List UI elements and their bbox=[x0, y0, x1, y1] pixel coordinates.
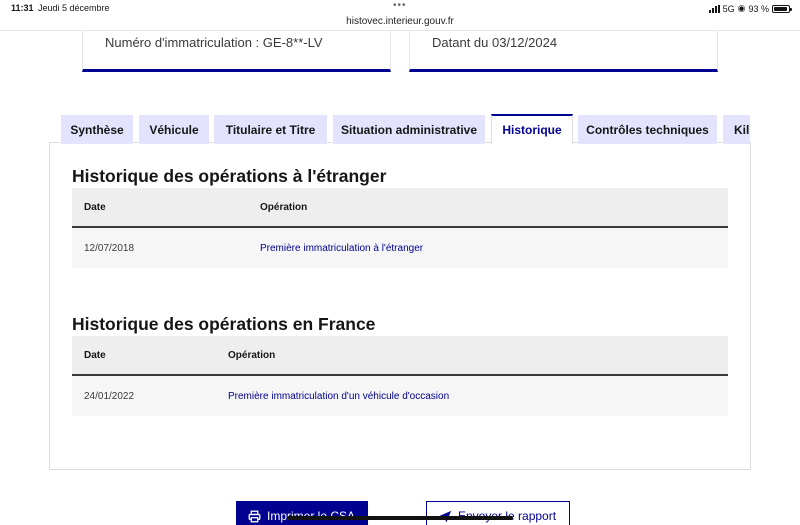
row-operation: Première immatriculation à l'étranger bbox=[260, 242, 424, 254]
tab-synthese[interactable]: Synthèse bbox=[61, 115, 133, 144]
more-dots-icon[interactable]: ••• bbox=[393, 0, 407, 11]
print-csa-button[interactable]: Imprimer le CSA bbox=[236, 501, 368, 525]
column-header-operation: Opération bbox=[228, 349, 276, 361]
foreign-history-title: Historique des opérations à l'étranger bbox=[72, 166, 387, 186]
home-indicator[interactable] bbox=[287, 516, 513, 520]
battery-icon bbox=[772, 4, 792, 13]
date-card: Datant du 03/12/2024 bbox=[409, 31, 718, 72]
network-label: 5G bbox=[722, 3, 735, 14]
foreign-history-table: Date Opération 12/07/2018 Première immat… bbox=[72, 188, 728, 268]
tab-controles-techniques[interactable]: Contrôles techniques bbox=[578, 115, 717, 144]
status-indicators: 5G ◉ 93 % bbox=[708, 3, 792, 14]
row-date: 12/07/2018 bbox=[84, 242, 135, 254]
status-bar: 11:31 Jeudi 5 décembre ••• histovec.inte… bbox=[0, 0, 800, 30]
tab-vehicule[interactable]: Véhicule bbox=[139, 115, 209, 144]
battery-label: 93 % bbox=[748, 3, 769, 14]
registration-number: Numéro d'immatriculation : GE-8**-LV bbox=[105, 35, 323, 50]
column-header-operation: Opération bbox=[260, 201, 308, 213]
tab-kilometrage[interactable]: Kil bbox=[723, 115, 750, 144]
report-date: Datant du 03/12/2024 bbox=[432, 35, 558, 50]
status-time: 11:31 bbox=[11, 3, 34, 13]
printer-icon bbox=[248, 510, 261, 522]
signal-icon bbox=[708, 4, 720, 13]
row-operation: Première immatriculation d'un véhicule d… bbox=[228, 390, 450, 402]
tab-situation-administrative[interactable]: Situation administrative bbox=[333, 115, 485, 144]
france-history-title: Historique des opérations en France bbox=[72, 314, 376, 334]
status-date: Jeudi 5 décembre bbox=[38, 3, 110, 13]
location-icon: ◉ bbox=[737, 3, 746, 13]
row-date: 24/01/2022 bbox=[84, 390, 135, 402]
table-row: 12/07/2018 Première immatriculation à l'… bbox=[72, 228, 728, 268]
tab-titulaire[interactable]: Titulaire et Titre bbox=[214, 115, 327, 144]
table-row: 24/01/2022 Première immatriculation d'un… bbox=[72, 376, 728, 416]
france-history-table: Date Opération 24/01/2022 Première immat… bbox=[72, 336, 728, 416]
table-header: Date Opération bbox=[72, 336, 728, 376]
registration-card: Numéro d'immatriculation : GE-8**-LV bbox=[82, 31, 391, 72]
url-bar[interactable]: histovec.interieur.gouv.fr bbox=[0, 16, 800, 27]
table-header: Date Opération bbox=[72, 188, 728, 228]
column-header-date: Date bbox=[84, 201, 106, 213]
send-report-button[interactable]: Envoyer le rapport bbox=[426, 501, 570, 525]
column-header-date: Date bbox=[84, 349, 106, 361]
tab-historique[interactable]: Historique bbox=[491, 114, 573, 144]
tab-list: Synthèse Véhicule Titulaire et Titre Sit… bbox=[60, 114, 750, 144]
